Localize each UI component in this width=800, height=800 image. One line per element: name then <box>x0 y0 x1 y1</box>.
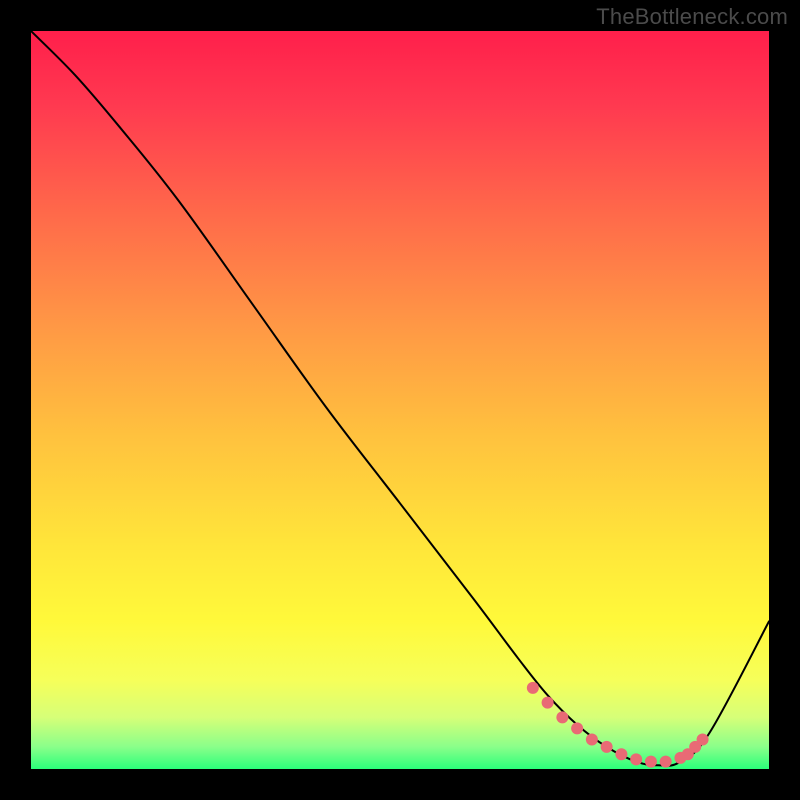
optimal-dot <box>697 733 709 745</box>
optimal-dot <box>542 697 554 709</box>
chart-frame: TheBottleneck.com <box>0 0 800 800</box>
optimal-dot <box>645 756 657 768</box>
watermark-text: TheBottleneck.com <box>596 4 788 30</box>
bottleneck-chart <box>31 31 769 769</box>
optimal-dot <box>527 682 539 694</box>
optimal-dot <box>615 748 627 760</box>
optimal-dot <box>586 733 598 745</box>
optimal-dot <box>630 753 642 765</box>
plot-background <box>31 31 769 769</box>
optimal-dot <box>556 711 568 723</box>
optimal-dot <box>601 741 613 753</box>
optimal-dot <box>571 722 583 734</box>
optimal-dot <box>660 756 672 768</box>
